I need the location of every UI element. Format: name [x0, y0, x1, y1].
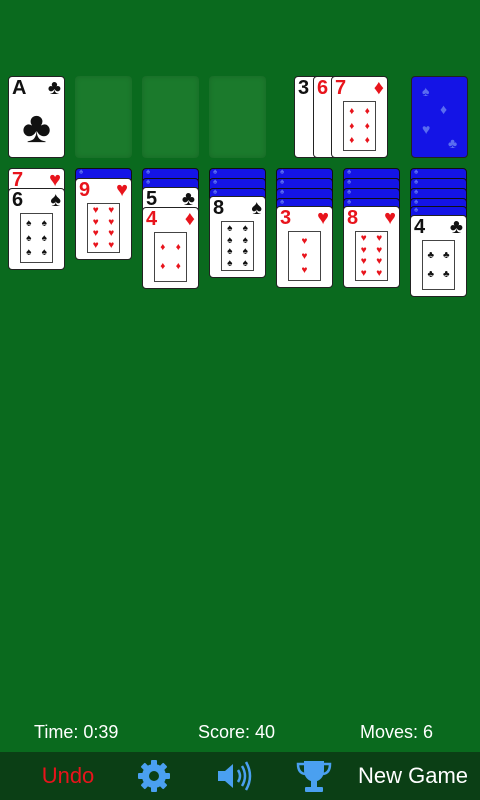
stock-pile[interactable]: ♠ ♦ ♥ ♣ — [411, 76, 468, 158]
trophy-icon[interactable] — [292, 752, 336, 800]
tableau-6-card-1[interactable]: 8 ♥ ♥ ♥ ♥ ♥ ♥ ♥ ♥ ♥ — [343, 206, 400, 288]
diamond-icon: ♦ — [440, 101, 448, 117]
card-suit: ♠ — [50, 189, 61, 211]
moves-label: Moves: 6 — [360, 722, 434, 742]
new-game-button[interactable]: New Game — [352, 752, 474, 800]
card-suit: ♥ — [317, 207, 329, 229]
time-label: Time: 0:39 — [34, 722, 119, 742]
card-suit: ♥ — [384, 207, 396, 229]
tableau-7-card-1[interactable]: 4 ♣ ♣ ♣ ♣ ♣ — [410, 215, 467, 297]
heart-icon: ♥ — [422, 121, 431, 137]
tableau-4-card-1[interactable]: 8 ♠ ♠ ♠ ♠ ♠ ♠ ♠ ♠ ♠ — [209, 196, 266, 278]
card-pips: ♠ ♠ ♠ ♠ ♠ ♠ ♠ ♠ — [221, 221, 254, 271]
card-rank: 3 — [298, 77, 310, 99]
foundation-3-slot[interactable] — [142, 76, 199, 158]
card-rank: 9 — [79, 179, 91, 201]
tableau-3-card-2[interactable]: 4 ♦ ♦ ♦ ♦ ♦ — [142, 207, 199, 289]
card-suit: ♣ — [47, 77, 61, 99]
card-pips: ♠ ♠ ♠ ♠ ♠ ♠ — [20, 213, 53, 263]
waste-card-top[interactable]: 7 ♦ ♦ ♦ ♦ ♦ ♦ ♦ — [331, 76, 388, 158]
card-suit: ♠ — [251, 197, 262, 219]
card-suit: ♦ — [184, 208, 195, 230]
gear-icon[interactable] — [132, 752, 176, 800]
card-pips: ♦ ♦ ♦ ♦ ♦ ♦ — [343, 101, 376, 151]
card-pips: ♣ ♣ ♣ ♣ — [422, 240, 455, 290]
tableau-2-card-1[interactable]: 9 ♥ ♥ ♥ ♥ ♥ ♥ ♥ ♥ ♥ — [75, 178, 132, 260]
card-rank: 8 — [213, 197, 225, 219]
card-rank: 3 — [280, 207, 292, 229]
foundation-2-slot[interactable] — [75, 76, 132, 158]
card-rank: 4 — [146, 208, 158, 230]
speaker-icon[interactable] — [212, 752, 256, 800]
card-suit: ♥ — [116, 179, 128, 201]
card-rank: 6 — [317, 77, 329, 99]
card-rank: 7 — [335, 77, 347, 99]
spade-icon: ♠ — [422, 83, 430, 99]
foundation-4-slot[interactable] — [209, 76, 266, 158]
bottom-toolbar: Undo New Game — [0, 752, 480, 800]
card-rank: 8 — [347, 207, 359, 229]
foundation-1-card[interactable]: A ♣ ♣ — [8, 76, 65, 158]
card-rank: 4 — [414, 216, 426, 238]
club-icon: ♣ — [448, 135, 458, 151]
card-rank: 6 — [12, 189, 24, 211]
card-pips: ♥ ♥ ♥ — [288, 231, 321, 281]
undo-button[interactable]: Undo — [26, 752, 110, 800]
card-center-suit: ♣ — [22, 103, 51, 152]
tableau-5-card-1[interactable]: 3 ♥ ♥ ♥ ♥ — [276, 206, 333, 288]
card-pips: ♥ ♥ ♥ ♥ ♥ ♥ ♥ ♥ — [355, 231, 388, 281]
card-pips: ♥ ♥ ♥ ♥ ♥ ♥ ♥ ♥ — [87, 203, 120, 253]
tableau-1-card-2[interactable]: 6 ♠ ♠ ♠ ♠ ♠ ♠ ♠ — [8, 188, 65, 270]
card-suit: ♦ — [373, 77, 384, 99]
score-label: Score: 40 — [198, 722, 276, 742]
card-rank: A — [12, 77, 27, 99]
status-bar: Time: 0:39 Score: 40 Moves: 6 — [0, 722, 480, 744]
card-pips: ♦ ♦ ♦ ♦ — [154, 232, 187, 282]
card-suit: ♣ — [449, 216, 463, 238]
